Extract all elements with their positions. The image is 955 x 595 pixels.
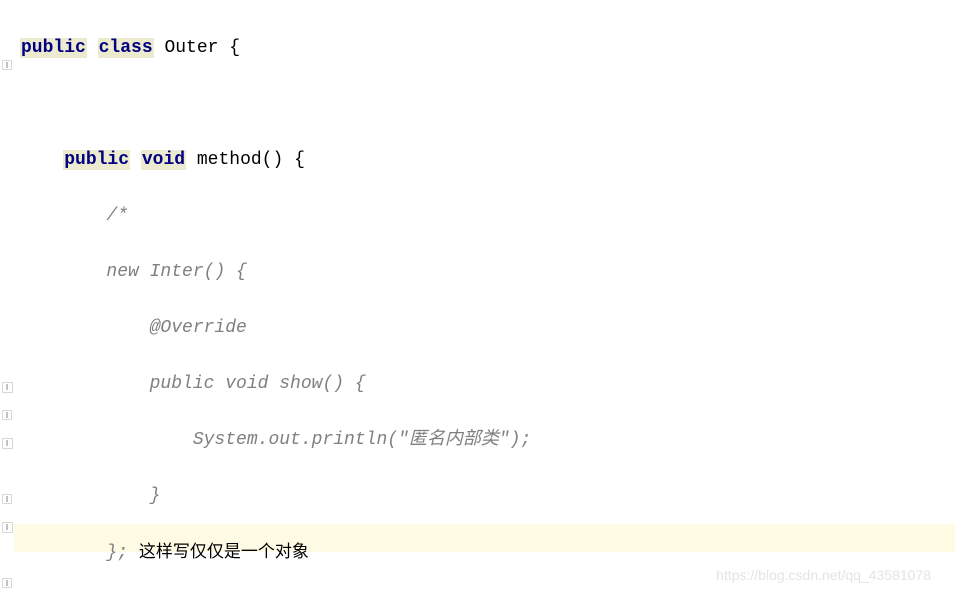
code-line: new Inter() { xyxy=(20,258,955,286)
fold-marker-icon[interactable] xyxy=(2,578,12,588)
editor-gutter xyxy=(0,0,12,595)
code-line: public class Outer { xyxy=(20,34,955,62)
code-line: public void method() { xyxy=(20,146,955,174)
code-line: public void show() { xyxy=(20,370,955,398)
watermark-text: https://blog.csdn.net/qq_43581078 xyxy=(716,561,931,589)
code-line: System.out.println("匿名内部类"); xyxy=(20,426,955,454)
code-line xyxy=(20,90,955,118)
fold-marker-icon[interactable] xyxy=(2,60,12,70)
fold-marker-icon[interactable] xyxy=(2,410,12,420)
code-line: @Override xyxy=(20,314,955,342)
fold-marker-icon[interactable] xyxy=(2,522,13,533)
fold-marker-icon[interactable] xyxy=(2,494,12,504)
fold-marker-icon[interactable] xyxy=(2,438,13,449)
fold-marker-icon[interactable] xyxy=(2,382,13,393)
code-editor-area[interactable]: public class Outer { public void method(… xyxy=(14,0,955,595)
code-line: /* xyxy=(20,202,955,230)
code-line: } xyxy=(20,482,955,510)
